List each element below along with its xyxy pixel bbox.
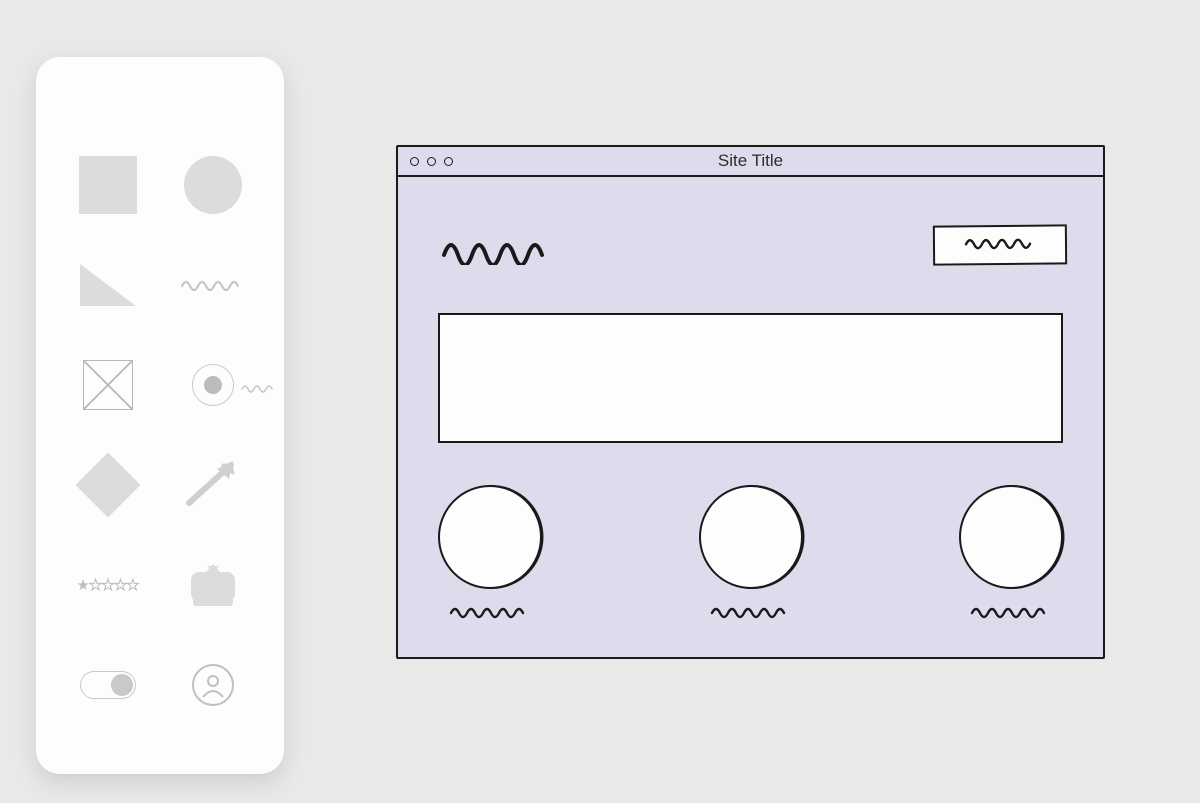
maximize-icon[interactable] (444, 157, 453, 166)
arrow-icon (183, 457, 243, 514)
scribble-shape[interactable] (173, 245, 253, 325)
triangle-shape[interactable] (68, 245, 148, 325)
image-placeholder-shape[interactable] (68, 345, 148, 425)
square-shape[interactable] (68, 145, 148, 225)
feature-item[interactable] (699, 485, 803, 624)
hero-image-placeholder[interactable] (438, 313, 1063, 443)
radio-icon (192, 364, 234, 406)
shape-palette-panel: ★★★★★ (36, 57, 284, 774)
star-rating-icon: ★★★★★ (76, 576, 138, 594)
feature-circle-icon (438, 485, 542, 589)
browser-titlebar: Site Title (398, 147, 1103, 177)
scribble-icon (180, 278, 246, 292)
close-icon[interactable] (410, 157, 419, 166)
triangle-icon (80, 264, 136, 306)
page-title: Site Title (398, 151, 1103, 171)
image-placeholder-icon (83, 360, 133, 410)
feature-label-placeholder (709, 605, 793, 624)
avatar-shape[interactable] (173, 645, 253, 725)
feature-row (438, 485, 1063, 624)
browser-window[interactable]: Site Title (396, 145, 1105, 659)
avatar-icon (192, 664, 234, 706)
feature-item[interactable] (438, 485, 542, 624)
toggle-icon (80, 671, 136, 699)
design-canvas[interactable]: ★★★★★ (0, 0, 1200, 803)
cta-label-placeholder (963, 235, 1037, 255)
feature-item[interactable] (959, 485, 1063, 624)
tag-shape[interactable] (173, 545, 253, 625)
minimize-icon[interactable] (427, 157, 436, 166)
arrow-shape[interactable] (173, 445, 253, 525)
feature-label-placeholder (969, 605, 1053, 624)
radio-shape[interactable] (173, 345, 253, 425)
feature-circle-icon (699, 485, 803, 589)
logo-placeholder[interactable] (440, 239, 568, 270)
tag-icon (185, 564, 241, 606)
toggle-shape[interactable] (68, 645, 148, 725)
diamond-icon (75, 452, 140, 517)
cta-button[interactable] (933, 224, 1067, 265)
diamond-shape[interactable] (68, 445, 148, 525)
page-body (398, 177, 1103, 657)
feature-label-placeholder (448, 605, 532, 624)
circle-icon (184, 156, 242, 214)
star-rating-shape[interactable]: ★★★★★ (68, 545, 148, 625)
square-icon (79, 156, 137, 214)
window-controls[interactable] (410, 157, 453, 166)
circle-shape[interactable] (173, 145, 253, 225)
feature-circle-icon (959, 485, 1063, 589)
